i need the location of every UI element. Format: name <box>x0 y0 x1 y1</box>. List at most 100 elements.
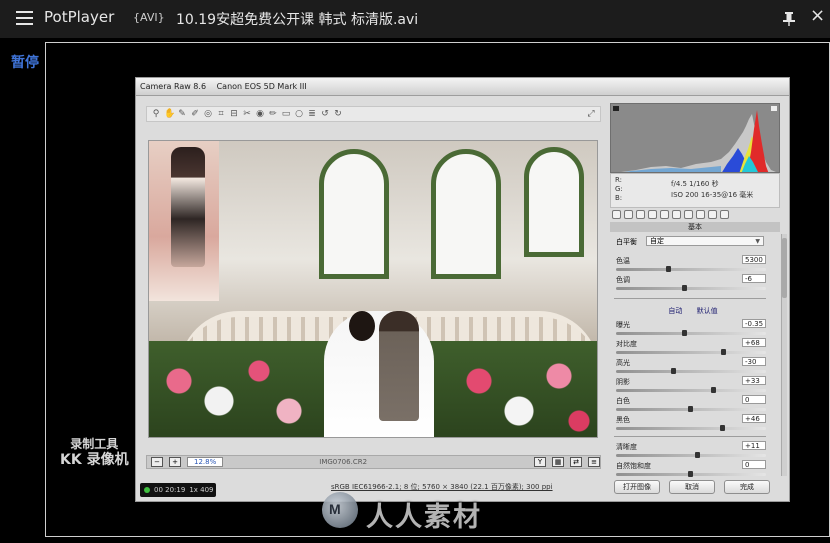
tab-snapshots-icon[interactable] <box>720 210 729 219</box>
slider-value-input[interactable]: +46 <box>742 414 766 423</box>
preview-bottom-bar: − + 12.8% IMG0706.CR2 Y ▦ ⇄ ≡ <box>146 455 601 469</box>
done-button[interactable]: 完成 <box>724 480 770 494</box>
record-indicator-icon <box>144 487 150 493</box>
slider-knob[interactable] <box>688 406 693 412</box>
slider-knob[interactable] <box>721 349 727 355</box>
preview-photo <box>148 140 598 438</box>
slider-value-input[interactable]: -30 <box>742 357 766 366</box>
preferences-icon[interactable]: ≣ <box>307 109 317 119</box>
tab-presets-icon[interactable] <box>708 210 717 219</box>
swap-icon[interactable]: ⇄ <box>570 457 582 467</box>
default-link[interactable]: 默认值 <box>697 307 718 315</box>
slider-knob[interactable] <box>719 425 725 431</box>
slider-track[interactable] <box>616 454 766 457</box>
scrollbar-thumb[interactable] <box>782 238 787 298</box>
slider-track[interactable] <box>616 389 766 392</box>
tab-detail-icon[interactable] <box>636 210 645 219</box>
tab-hsl-icon[interactable] <box>648 210 657 219</box>
slider-knob[interactable] <box>670 368 676 374</box>
tab-basic-icon[interactable] <box>612 210 621 219</box>
zoom-in-button[interactable]: + <box>169 457 181 467</box>
slider-value-input[interactable]: +33 <box>742 376 766 385</box>
watermark-line-2: KK 录像机 <box>60 452 129 468</box>
slider-track[interactable] <box>616 287 766 290</box>
slider-value-input[interactable]: 0 <box>742 395 766 404</box>
green-readout: G: <box>615 185 623 193</box>
slider-track[interactable] <box>616 332 766 335</box>
white-balance-select[interactable]: 自定 ▼ <box>646 236 764 246</box>
tab-calibration-icon[interactable] <box>696 210 705 219</box>
slider-value-input[interactable]: +68 <box>742 338 766 347</box>
site-watermark-text: 人人素材 <box>366 502 482 533</box>
fullscreen-icon[interactable]: ⤢ <box>586 109 596 119</box>
slider-row: 色温 5300 <box>614 255 772 276</box>
tab-lens-icon[interactable] <box>672 210 681 219</box>
pin-icon[interactable] <box>782 11 796 27</box>
recorder-size: 1x 409 <box>189 486 214 494</box>
file-name: 10.19安超免费公开课 韩式 标清版.avi <box>176 12 419 28</box>
workflow-options-link[interactable]: sRGB IEC61966-2.1; 8 位; 5760 × 3840 (22.… <box>331 482 553 492</box>
slider-track[interactable] <box>616 268 766 271</box>
slider-knob[interactable] <box>711 387 717 393</box>
auto-link[interactable]: 自动 <box>668 307 682 315</box>
compare-icon[interactable]: ▦ <box>552 457 564 467</box>
hand-tool-icon[interactable]: ✋ <box>164 109 175 119</box>
basic-panel: 白平衡 自定 ▼ 色温 5300 色调 -6 自动 默认值 曝光 -0.35 对比度 +68… <box>614 236 772 477</box>
tab-effects-icon[interactable] <box>684 210 693 219</box>
slider-label: 对比度 <box>616 340 637 348</box>
divider <box>614 298 766 299</box>
slider-value-input[interactable]: 5300 <box>742 255 766 264</box>
crop-tool-icon[interactable]: ⌗ <box>216 109 226 119</box>
open-image-button[interactable]: 打开图像 <box>614 480 660 494</box>
slider-label: 曝光 <box>616 321 630 329</box>
recorder-watermark: 录制工具 KK 录像机 <box>60 436 129 468</box>
straighten-tool-icon[interactable]: ⊟ <box>229 109 239 119</box>
slider-label: 自然饱和度 <box>616 462 651 470</box>
slider-label: 色温 <box>616 257 630 265</box>
iso-lens: ISO 200 16-35@16 毫米 <box>671 191 754 199</box>
camera-raw-toolbar: ⚲ ✋ ✎ ✐ ◎ ⌗ ⊟ ✂ ◉ ✏ ▭ ○ ≣ ↺ ↻ ⤢ <box>146 106 601 122</box>
graduated-filter-icon[interactable]: ▭ <box>281 109 291 119</box>
zoom-tool-icon[interactable]: ⚲ <box>151 109 161 119</box>
hamburger-menu-icon[interactable] <box>16 11 33 25</box>
color-sampler-icon[interactable]: ✐ <box>190 109 200 119</box>
spot-removal-icon[interactable]: ✂ <box>242 109 252 119</box>
slider-row: 自然饱和度 0 <box>614 460 772 481</box>
slider-value-input[interactable]: -6 <box>742 274 766 283</box>
filter-icon[interactable]: Y <box>534 457 546 467</box>
panel-scrollbar[interactable] <box>781 234 787 476</box>
rotate-left-icon[interactable]: ↺ <box>320 109 330 119</box>
slider-value-input[interactable]: -0.35 <box>742 319 766 328</box>
histogram <box>610 103 780 173</box>
zoom-level[interactable]: 12.8% <box>187 457 224 467</box>
view-settings-icon[interactable]: ≡ <box>588 457 600 467</box>
radial-filter-icon[interactable]: ○ <box>294 109 304 119</box>
slider-knob[interactable] <box>695 452 701 458</box>
tab-split-toning-icon[interactable] <box>660 210 669 219</box>
slider-label: 色调 <box>616 276 630 284</box>
red-readout: R: <box>615 176 623 184</box>
slider-track[interactable] <box>616 351 766 354</box>
cancel-button[interactable]: 取消 <box>669 480 715 494</box>
slider-row: 黑色 +46 <box>614 414 772 435</box>
slider-knob[interactable] <box>688 471 693 477</box>
slider-value-input[interactable]: +11 <box>742 441 766 450</box>
close-icon[interactable]: × <box>810 7 825 25</box>
rotate-right-icon[interactable]: ↻ <box>333 109 343 119</box>
zoom-out-button[interactable]: − <box>151 457 163 467</box>
red-eye-icon[interactable]: ◉ <box>255 109 265 119</box>
site-logo: M <box>322 492 358 528</box>
brush-icon[interactable]: ✏ <box>268 109 278 119</box>
image-filename: IMG0706.CR2 <box>319 458 368 466</box>
slider-row: 白色 0 <box>614 395 772 416</box>
white-balance-tool-icon[interactable]: ✎ <box>177 109 187 119</box>
slider-knob[interactable] <box>682 285 688 291</box>
slider-track[interactable] <box>616 370 766 373</box>
slider-value-input[interactable]: 0 <box>742 460 766 469</box>
tab-tone-curve-icon[interactable] <box>624 210 633 219</box>
slider-track[interactable] <box>616 427 766 430</box>
slider-knob[interactable] <box>666 266 672 272</box>
slider-knob[interactable] <box>682 330 688 336</box>
target-adjust-icon[interactable]: ◎ <box>203 109 213 119</box>
camera-raw-title: Camera Raw 8.6 <box>140 82 207 91</box>
